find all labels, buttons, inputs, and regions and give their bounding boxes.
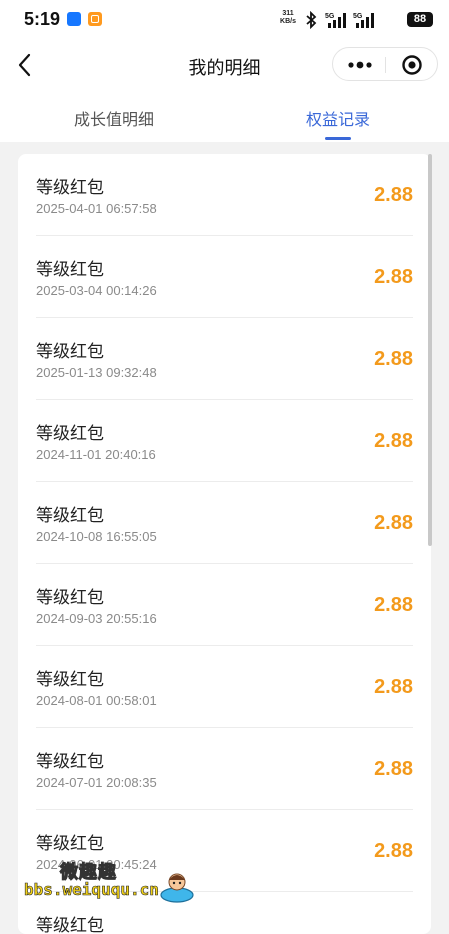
record-time: 2024-07-01 20:08:35 xyxy=(36,775,157,790)
network-speed-unit: KB/s xyxy=(280,18,296,25)
record-amount: 2.88 xyxy=(374,676,413,698)
record-amount: 2.88 xyxy=(374,184,413,206)
record-title: 等级红包 xyxy=(36,916,104,934)
record-title: 等级红包 xyxy=(36,342,104,362)
more-dots-icon[interactable] xyxy=(347,60,373,70)
alipay-notification-icon xyxy=(67,12,81,26)
cellular-signal-icon-1: 5G xyxy=(325,13,346,28)
record-time: 2025-01-13 09:32:48 xyxy=(36,365,157,380)
list-item: 等级红包 2025-01-13 09:32:48 2.88 xyxy=(36,318,413,400)
record-title: 等级红包 xyxy=(36,506,104,526)
record-amount: 2.88 xyxy=(374,430,413,452)
record-title: 等级红包 xyxy=(36,178,104,198)
network-speed-value: 311 xyxy=(282,10,294,17)
watermark: 微趣趣 bbs.weiququ.cn xyxy=(24,858,204,908)
signal-2-label: 5G xyxy=(353,13,363,20)
signal-1-label: 5G xyxy=(325,13,335,20)
app-notification-icon xyxy=(88,12,102,26)
record-time: 2024-08-01 00:58:01 xyxy=(36,693,157,708)
mascot-icon xyxy=(160,873,194,903)
record-title: 等级红包 xyxy=(36,260,104,280)
list-scrollbar[interactable] xyxy=(428,154,432,546)
record-amount: 2.88 xyxy=(374,758,413,780)
record-title: 等级红包 xyxy=(36,670,104,690)
record-time: 2025-04-01 06:57:58 xyxy=(36,201,157,216)
record-title: 等级红包 xyxy=(36,752,104,772)
active-tab-indicator xyxy=(325,137,351,140)
record-time: 2024-09-03 20:55:16 xyxy=(36,611,157,626)
cellular-signal-icon-2: 5G xyxy=(353,13,374,28)
record-amount: 2.88 xyxy=(374,512,413,534)
record-time: 2024-10-08 16:55:05 xyxy=(36,529,157,544)
records-list: 等级红包 2025-04-01 06:57:58 2.88 等级红包 2025-… xyxy=(18,154,431,934)
record-amount: 2.88 xyxy=(374,594,413,616)
list-item: 等级红包 2024-10-08 16:55:05 2.88 xyxy=(36,482,413,564)
tab-rights-records[interactable]: 权益记录 xyxy=(306,106,370,130)
record-title: 等级红包 xyxy=(36,424,104,444)
tab-growth-details[interactable]: 成长值明细 xyxy=(74,106,154,130)
watermark-url: bbs.weiququ.cn xyxy=(24,880,159,900)
bluetooth-icon xyxy=(306,11,317,29)
navigation-bar: 我的明细 xyxy=(0,40,449,92)
list-item: 等级红包 2024-09-03 20:55:16 2.88 xyxy=(36,564,413,646)
list-item: 等级红包 2024-08-01 00:58:01 2.88 xyxy=(36,646,413,728)
mini-program-capsule xyxy=(332,47,438,81)
record-amount: 2.88 xyxy=(374,266,413,288)
list-item: 等级红包 2024-07-01 20:08:35 2.88 xyxy=(36,728,413,810)
list-item: 等级红包 2025-03-04 00:14:26 2.88 xyxy=(36,236,413,318)
record-title: 等级红包 xyxy=(36,588,104,608)
battery-icon: 88 xyxy=(407,12,433,27)
record-time: 2025-03-04 00:14:26 xyxy=(36,283,157,298)
list-item: 等级红包 2024-11-01 20:40:16 2.88 xyxy=(36,400,413,482)
status-bar: 5:19 311 KB/s 5G 5G 88 xyxy=(0,0,449,40)
network-speed: 311 KB/s xyxy=(277,10,299,26)
record-time: 2024-11-01 20:40:16 xyxy=(36,447,156,462)
record-amount: 2.88 xyxy=(374,840,413,862)
close-target-icon[interactable] xyxy=(401,54,423,76)
record-title: 等级红包 xyxy=(36,834,104,854)
capsule-divider xyxy=(385,57,386,73)
record-amount: 2.88 xyxy=(374,348,413,370)
status-time: 5:19 xyxy=(24,9,61,29)
list-item: 等级红包 2025-04-01 06:57:58 2.88 xyxy=(36,154,413,236)
tab-bar: 成长值明细 权益记录 xyxy=(0,92,449,142)
